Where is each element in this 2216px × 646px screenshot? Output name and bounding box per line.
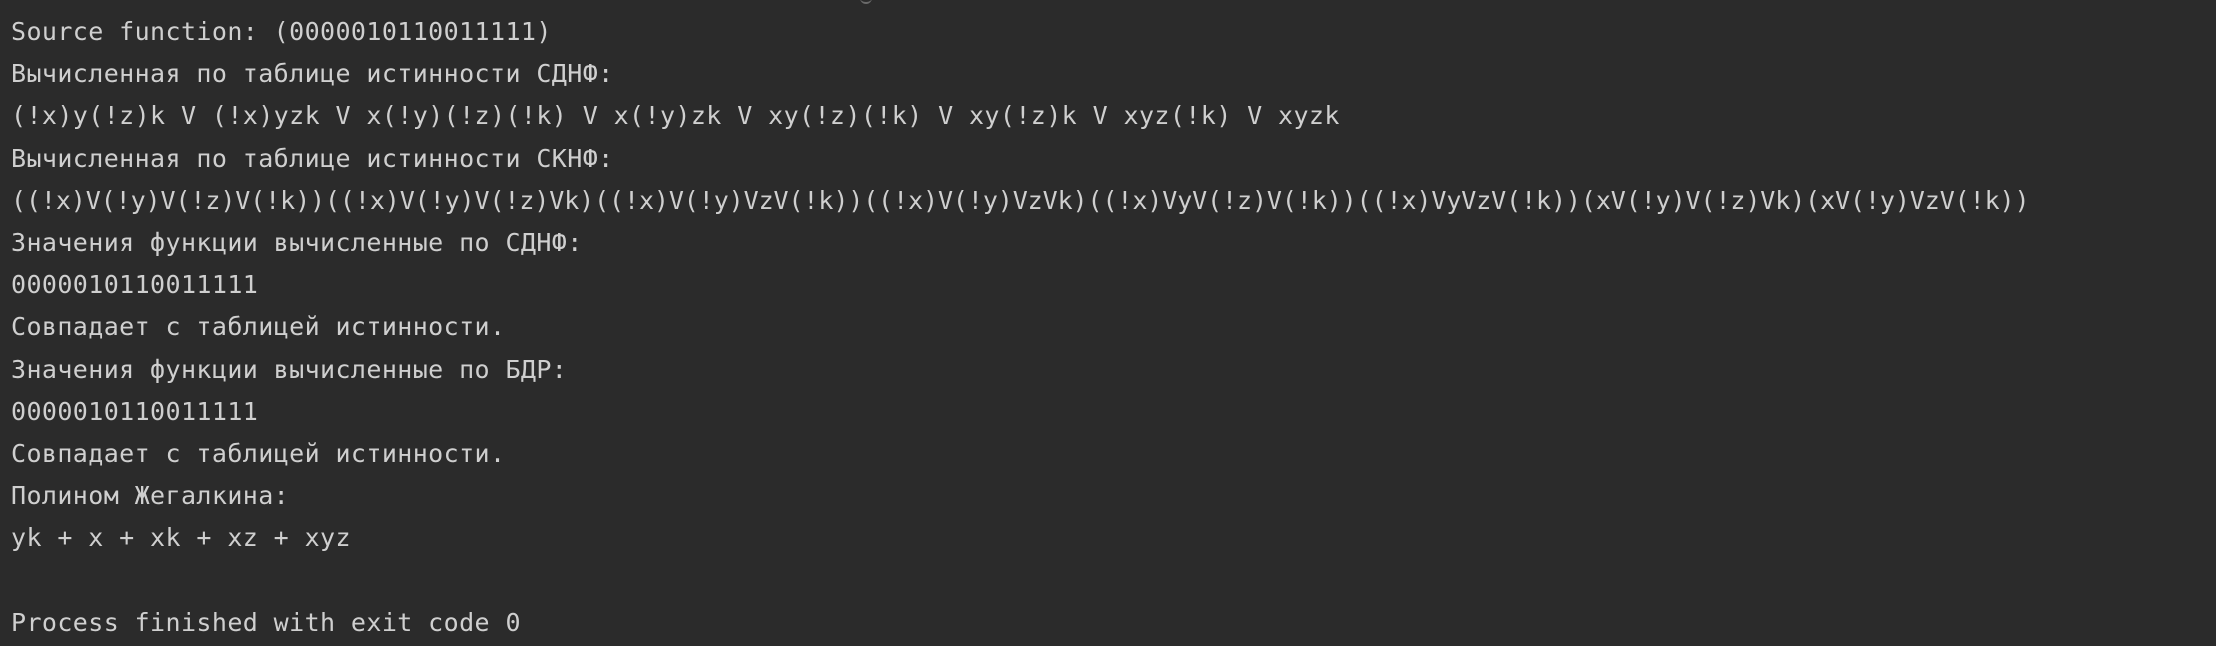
sknf-formula-line: ((!x)V(!y)V(!z)V(!k))((!x)V(!y)V(!z)Vk)(… bbox=[11, 185, 2030, 215]
sdnf-values-line: 0000010110011111 bbox=[11, 270, 259, 300]
bdd-values-heading-line: Значения функции вычисленные по БДР: bbox=[11, 354, 568, 384]
sdnf-match-line: Совпадает с таблицей истинности. bbox=[11, 312, 506, 342]
zhegalkin-polynomial-line: yk + x + xk + xz + xyz bbox=[11, 523, 351, 553]
process-exit-line: Process finished with exit code 0 bbox=[11, 607, 521, 637]
cut-off-glyph bbox=[860, 0, 872, 4]
sdnf-heading-line: Вычисленная по таблице истинности СДНФ: bbox=[11, 59, 614, 89]
source-function-line: Source function: (0000010110011111) bbox=[11, 17, 552, 46]
bdd-match-line: Совпадает с таблицей истинности. bbox=[11, 438, 506, 468]
run-console-output[interactable]: Source function: (0000010110011111) Вычи… bbox=[0, 0, 2216, 646]
zhegalkin-heading-line: Полином Жегалкина: bbox=[11, 481, 290, 511]
sknf-heading-line: Вычисленная по таблице истинности СКНФ: bbox=[11, 143, 614, 173]
bdd-values-line: 0000010110011111 bbox=[11, 396, 259, 426]
sdnf-values-heading-line: Значения функции вычисленные по СДНФ: bbox=[11, 227, 583, 257]
sdnf-formula-line: (!x)y(!z)k V (!x)yzk V x(!y)(!z)(!k) V x… bbox=[11, 101, 1340, 131]
